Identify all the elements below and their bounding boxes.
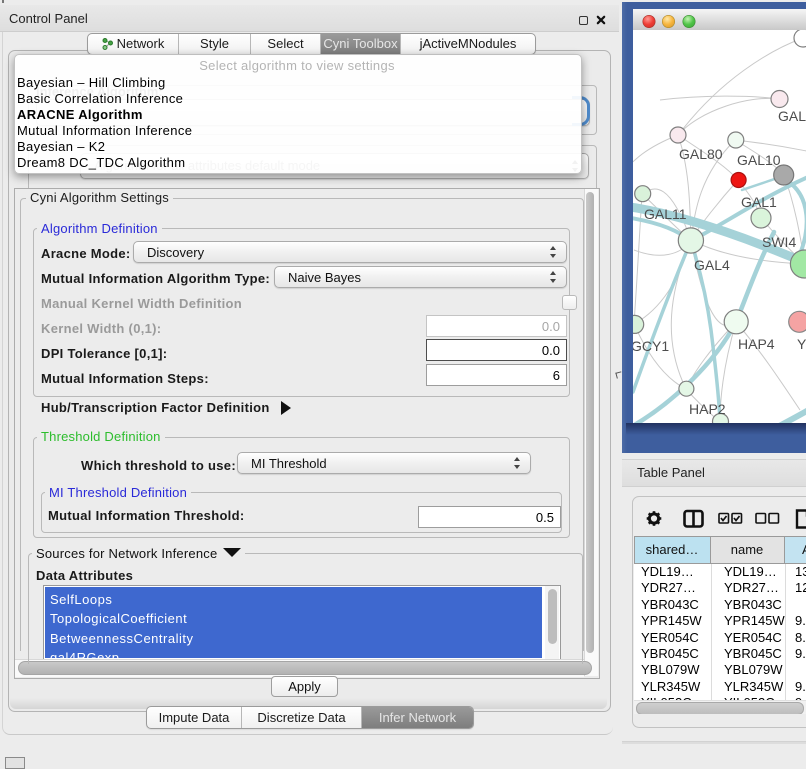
svg-text:GAL11: GAL11	[644, 206, 687, 222]
svg-text:HAP2: HAP2	[689, 401, 726, 417]
svg-text:GAL1: GAL1	[741, 194, 777, 210]
svg-text:SWI4: SWI4	[762, 234, 796, 250]
svg-text:GCY1: GCY1	[633, 338, 669, 354]
svg-text:GAL4: GAL4	[694, 257, 730, 273]
svg-text:Y: Y	[797, 336, 806, 352]
svg-text:GAL2: GAL2	[778, 108, 806, 124]
svg-text:GAL80: GAL80	[679, 146, 723, 162]
svg-text:GAL10: GAL10	[737, 152, 781, 168]
svg-text:HAP4: HAP4	[738, 336, 775, 352]
